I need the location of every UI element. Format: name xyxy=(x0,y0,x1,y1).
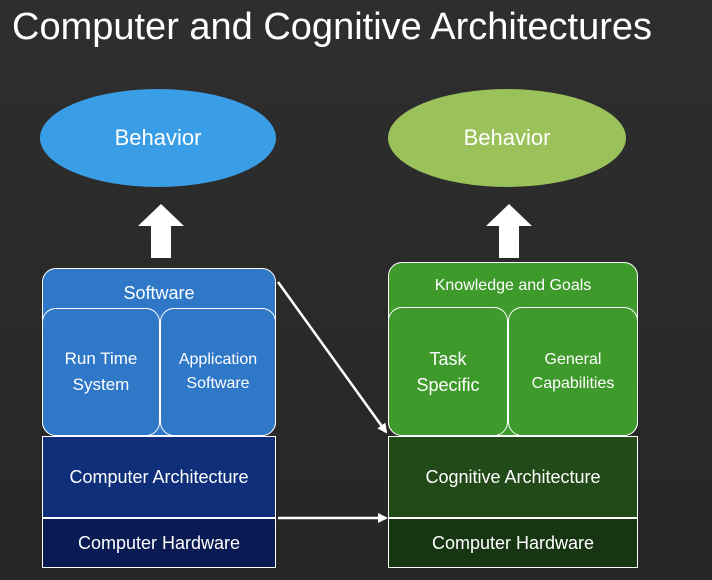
software-to-cognitive-arrow xyxy=(276,281,388,434)
slide: Computer and Cognitive Architectures Beh… xyxy=(0,0,712,580)
connector-arrows xyxy=(276,281,388,523)
